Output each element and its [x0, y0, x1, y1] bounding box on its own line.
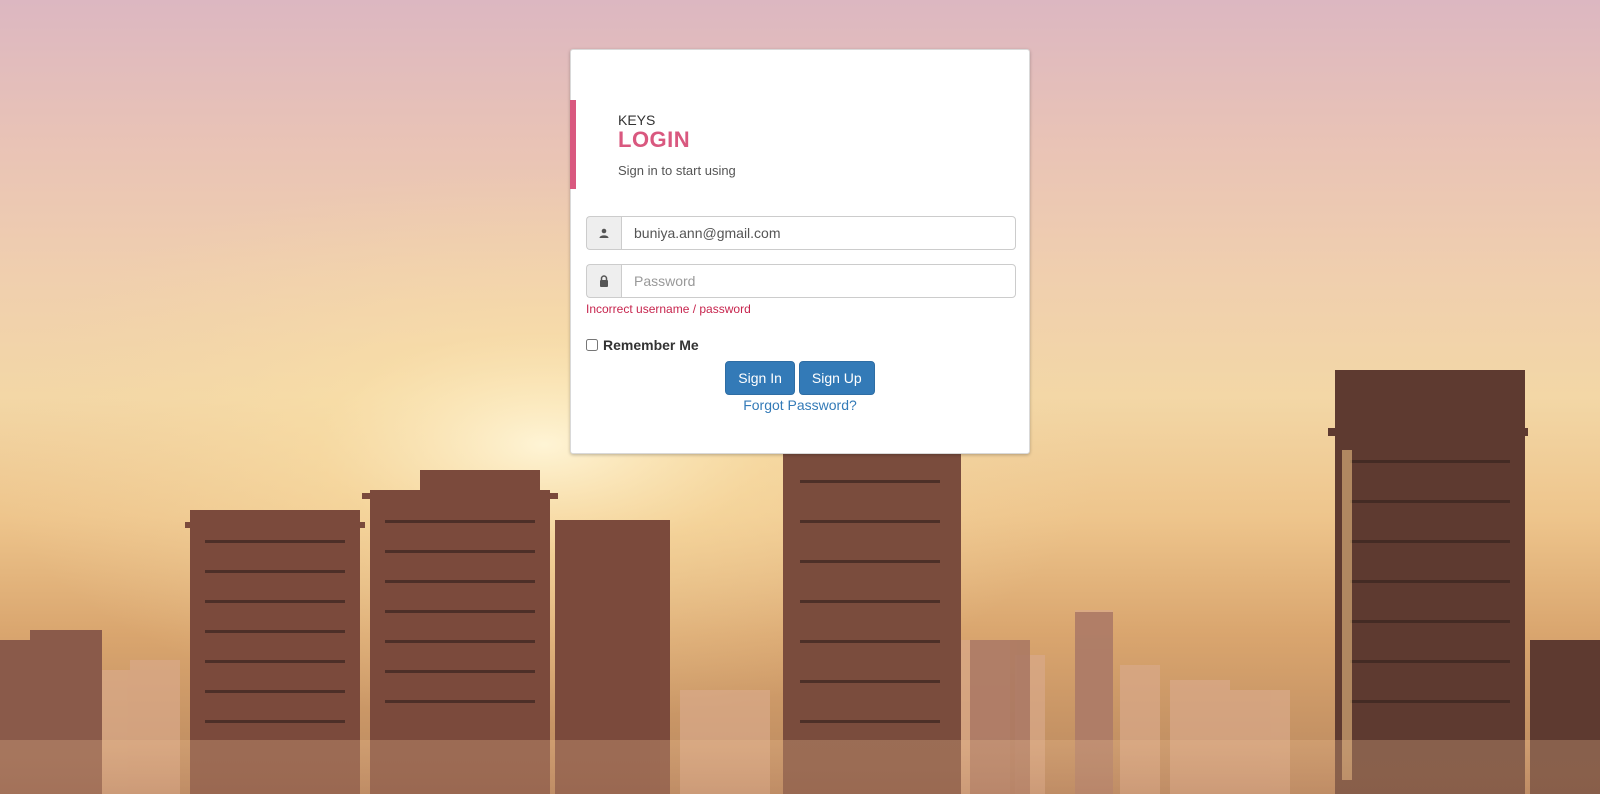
- login-title: LOGIN: [618, 127, 691, 152]
- action-buttons: Sign In Sign Up: [571, 361, 1029, 395]
- remember-me-row: Remember Me: [586, 337, 699, 353]
- lock-icon: [586, 264, 621, 298]
- login-subtitle: Sign in to start using: [618, 163, 736, 178]
- login-error-message: Incorrect username / password: [586, 302, 751, 316]
- password-input-group: [586, 264, 1016, 298]
- accent-bar: [570, 100, 576, 189]
- sign-in-button[interactable]: Sign In: [725, 361, 795, 395]
- remember-me-label[interactable]: Remember Me: [603, 337, 699, 353]
- forgot-password-link[interactable]: Forgot Password?: [571, 397, 1029, 413]
- remember-me-checkbox[interactable]: [586, 339, 598, 351]
- user-icon: [586, 216, 621, 250]
- password-input[interactable]: [621, 264, 1016, 298]
- sign-up-button[interactable]: Sign Up: [798, 361, 875, 395]
- login-card: KEYS LOGIN Sign in to start using Incorr…: [570, 49, 1030, 454]
- email-input[interactable]: [621, 216, 1016, 250]
- email-input-group: [586, 216, 1016, 250]
- brand-name: KEYS: [618, 112, 656, 128]
